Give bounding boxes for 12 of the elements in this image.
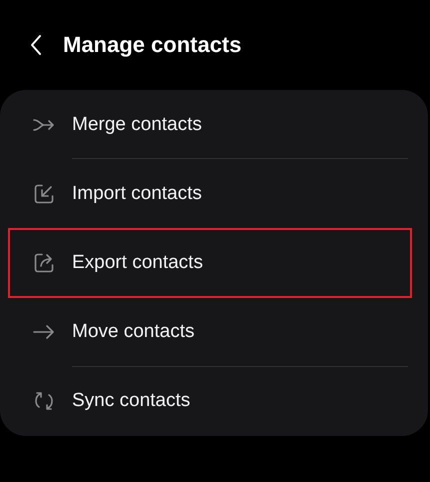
sync-icon bbox=[34, 391, 54, 412]
menu-item[interactable]: Move contacts bbox=[8, 298, 412, 367]
menu-item[interactable]: Merge contacts bbox=[8, 90, 412, 160]
back-icon[interactable] bbox=[30, 34, 42, 56]
import-icon bbox=[34, 184, 54, 204]
arrow-right-icon bbox=[33, 325, 55, 340]
merge-icon bbox=[33, 118, 55, 132]
menu-item[interactable]: Import contacts bbox=[8, 159, 412, 228]
menu-item[interactable]: Sync contacts bbox=[8, 366, 412, 436]
export-icon bbox=[34, 253, 54, 273]
page-title: Manage contacts bbox=[63, 32, 242, 58]
menu-item[interactable]: Export contacts bbox=[8, 228, 412, 298]
